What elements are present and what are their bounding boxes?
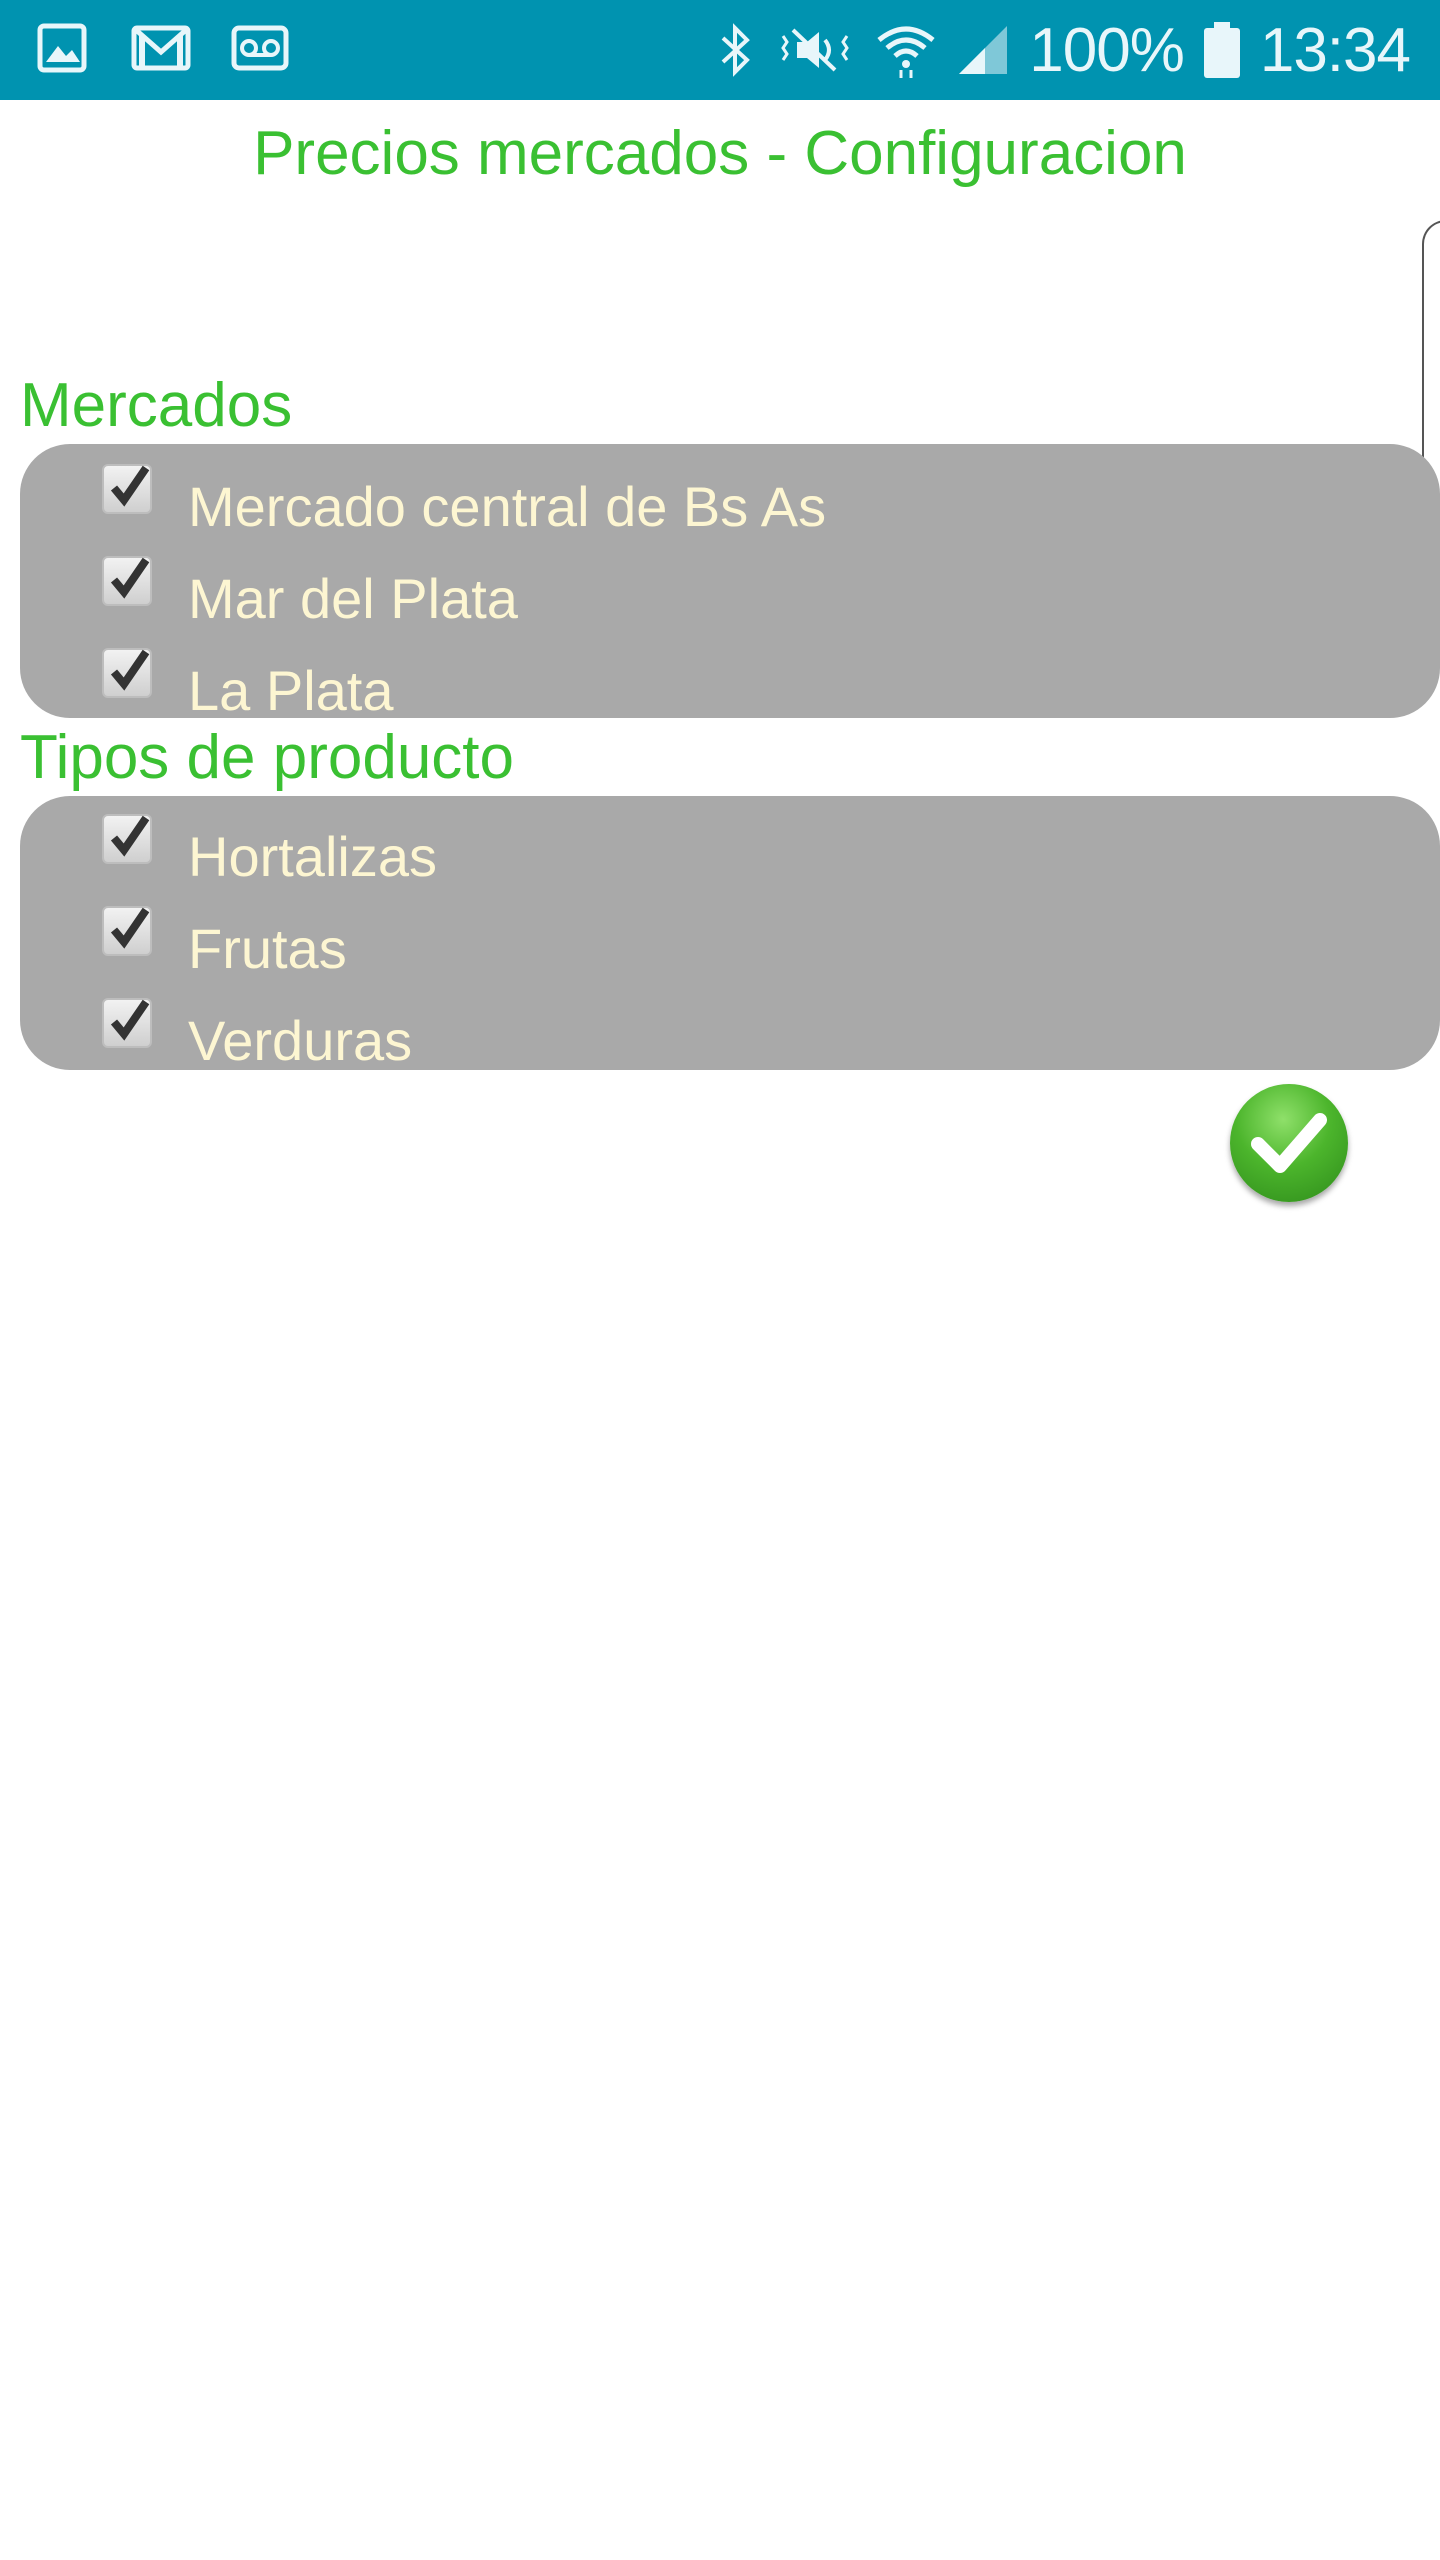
battery-icon bbox=[1202, 20, 1242, 80]
checkbox-label: Frutas bbox=[188, 917, 347, 980]
check-circle-icon bbox=[1251, 1113, 1327, 1173]
checkbox-label: Verduras bbox=[188, 1009, 413, 1072]
tipos-group: Hortalizas Frutas Verduras bbox=[20, 796, 1440, 1072]
page-title: Precios mercados - Configuracion bbox=[253, 119, 1187, 188]
checkbox-row-verduras[interactable]: Verduras bbox=[20, 998, 1440, 1078]
checkbox-label: Mar del Plata bbox=[188, 567, 518, 630]
checkbox-row-mercado-central[interactable]: Mercado central de Bs As bbox=[20, 464, 1440, 544]
wifi-icon bbox=[875, 22, 937, 78]
gmail-icon bbox=[130, 22, 192, 74]
checkbox-label: Mercado central de Bs As bbox=[188, 475, 827, 538]
checkbox-row-la-plata[interactable]: La Plata bbox=[20, 648, 1440, 728]
gallery-icon bbox=[36, 22, 92, 74]
checkbox-row-frutas[interactable]: Frutas bbox=[20, 906, 1440, 986]
clock: 13:34 bbox=[1259, 15, 1411, 85]
checkbox-verduras[interactable] bbox=[102, 998, 152, 1048]
bluetooth-icon bbox=[715, 22, 755, 78]
mercados-group: Mercado central de Bs As Mar del Plata L… bbox=[20, 444, 1440, 722]
system-icons: 100% 13:34 bbox=[715, 0, 1411, 100]
checkbox-hortalizas[interactable] bbox=[102, 814, 152, 864]
vibrate-mute-icon bbox=[773, 22, 857, 78]
checkbox-mercado-central[interactable] bbox=[102, 464, 152, 514]
checkbox-mar-del-plata[interactable] bbox=[102, 556, 152, 606]
checkbox-row-hortalizas[interactable]: Hortalizas bbox=[20, 814, 1440, 894]
checkbox-frutas[interactable] bbox=[102, 906, 152, 956]
battery-percent: 100% bbox=[1029, 15, 1185, 85]
checkbox-la-plata[interactable] bbox=[102, 648, 152, 698]
section-label-tipos: Tipos de producto bbox=[20, 723, 515, 792]
checkbox-label: Hortalizas bbox=[188, 825, 437, 888]
section-label-mercados: Mercados bbox=[20, 371, 293, 440]
voicemail-icon bbox=[230, 22, 290, 74]
confirm-button[interactable] bbox=[1230, 1084, 1348, 1202]
checkbox-label: La Plata bbox=[188, 659, 394, 722]
status-bar: 100% 13:34 bbox=[0, 0, 1440, 100]
notification-icons bbox=[36, 22, 290, 74]
checkbox-row-mar-del-plata[interactable]: Mar del Plata bbox=[20, 556, 1440, 636]
cell-signal-icon bbox=[955, 22, 1011, 78]
